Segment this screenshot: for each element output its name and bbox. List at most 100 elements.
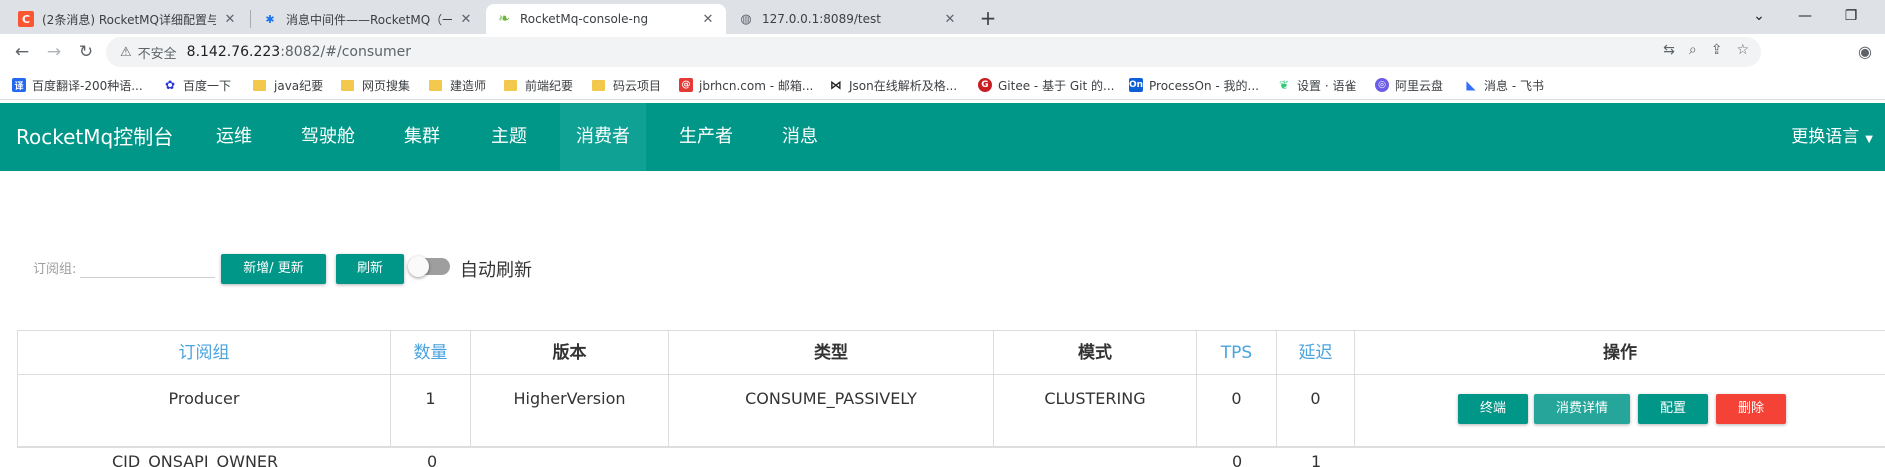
- table-header: 订阅组 数量 版本 类型 模式 TPS 延迟 操作: [17, 331, 1885, 375]
- browser-tab-2[interactable]: ✱ 消息中间件——RocketMQ（一） ✕: [252, 4, 484, 34]
- bookmark-item[interactable]: ⋈ Json在线解析及格...: [829, 76, 957, 94]
- tab-separator: [250, 10, 251, 28]
- security-label[interactable]: 不安全: [138, 43, 177, 62]
- bookmark-item[interactable]: ◣ 消息 - 飞书: [1464, 76, 1544, 94]
- aliyun-drive-icon: ◎: [1375, 78, 1389, 92]
- bookmark-folder[interactable]: 网页搜集: [341, 76, 410, 94]
- nav-consumer[interactable]: 消费者: [560, 103, 646, 171]
- bookmark-label: 百度一下: [183, 78, 232, 93]
- leaf-icon: ❧: [498, 11, 510, 27]
- add-update-button[interactable]: 新增/ 更新: [221, 254, 326, 284]
- subscription-group-label: 订阅组:: [33, 262, 77, 277]
- auto-refresh-toggle[interactable]: [408, 256, 450, 277]
- csdn-icon: C: [18, 11, 34, 27]
- nav-dashboard[interactable]: 驾驶舱: [292, 103, 364, 171]
- header-count[interactable]: 数量: [391, 331, 471, 374]
- reload-button[interactable]: ↻: [72, 38, 100, 66]
- close-icon[interactable]: ✕: [942, 12, 958, 27]
- config-button[interactable]: 配置: [1638, 394, 1708, 424]
- bookmark-item[interactable]: ❦ 设置 · 语雀: [1277, 76, 1356, 94]
- consumer-table: 订阅组 数量 版本 类型 模式 TPS 延迟 操作 Producer 1 Hig…: [17, 330, 1885, 447]
- brand-title[interactable]: RocketMq控制台: [16, 103, 173, 171]
- bookmark-label: 前端纪要: [525, 78, 574, 93]
- tab-title: (2条消息) RocketMQ详细配置与: [42, 12, 216, 27]
- nav-producer[interactable]: 生产者: [667, 103, 745, 171]
- consume-detail-button[interactable]: 消费详情: [1534, 394, 1630, 424]
- tab-title: 消息中间件——RocketMQ（一）: [286, 12, 452, 27]
- close-icon[interactable]: ✕: [700, 12, 716, 27]
- bookmark-label: 网页搜集: [362, 78, 411, 93]
- zhihu-icon: ✱: [265, 12, 275, 26]
- back-button[interactable]: ←: [8, 38, 36, 66]
- minimize-button[interactable]: —: [1782, 2, 1828, 30]
- close-icon[interactable]: ✕: [222, 12, 238, 27]
- caret-down-icon: ▼: [1865, 134, 1873, 145]
- new-tab-button[interactable]: +: [975, 6, 1001, 32]
- translate-icon[interactable]: ⇆: [1663, 42, 1675, 58]
- header-delay[interactable]: 延迟: [1277, 331, 1355, 374]
- bookmark-label: Json在线解析及格...: [849, 78, 958, 93]
- bookmark-item[interactable]: @ jbrhcn.com - 邮箱...: [679, 76, 813, 94]
- bookmark-item[interactable]: 译百度翻译-200种语...: [12, 76, 143, 94]
- bookmark-label: jbrhcn.com - 邮箱...: [699, 78, 814, 93]
- toggle-knob: [408, 256, 429, 277]
- tab-title: RocketMq-console-ng: [520, 12, 649, 26]
- browser-tab-3[interactable]: ❧ RocketMq-console-ng ✕: [486, 4, 726, 34]
- header-actions: 操作: [1603, 343, 1637, 363]
- bookmark-label: ProcessOn - 我的...: [1149, 78, 1259, 93]
- json-icon: ⋈: [830, 78, 842, 92]
- warning-icon: ⚠: [120, 44, 132, 60]
- tab-search-button[interactable]: ⌄: [1736, 2, 1782, 30]
- cell-group: CID_ONSAPI_OWNER: [112, 452, 279, 467]
- share-icon[interactable]: ⇪: [1711, 42, 1723, 58]
- delete-button[interactable]: 删除: [1716, 394, 1786, 424]
- forward-button[interactable]: →: [40, 38, 68, 66]
- bookmark-star-icon[interactable]: ☆: [1736, 42, 1749, 58]
- profile-icon[interactable]: ◉: [1853, 40, 1877, 64]
- bookmark-label: 消息 - 飞书: [1484, 78, 1544, 93]
- header-mode: 模式: [994, 331, 1197, 374]
- header-type: 类型: [669, 331, 994, 374]
- bookmark-label: Gitee - 基于 Git 的...: [998, 78, 1115, 93]
- language-label: 更换语言: [1791, 127, 1860, 147]
- header-group[interactable]: 订阅组: [17, 331, 391, 374]
- bookmark-folder[interactable]: 前端纪要: [504, 76, 573, 94]
- bookmark-folder[interactable]: 建造师: [429, 76, 486, 94]
- zoom-icon[interactable]: ⌕: [1689, 42, 1697, 58]
- bookmark-folder[interactable]: java纪要: [253, 76, 323, 94]
- bookmark-item[interactable]: On ProcessOn - 我的...: [1129, 76, 1259, 94]
- close-icon[interactable]: ✕: [458, 12, 474, 27]
- bookmark-folder[interactable]: 码云项目: [592, 76, 661, 94]
- cell-delay: 1: [1311, 452, 1322, 467]
- bookmark-item[interactable]: ◎ 阿里云盘: [1375, 76, 1443, 94]
- bookmark-label: 百度翻译-200种语...: [32, 78, 143, 93]
- header-tps[interactable]: TPS: [1197, 331, 1277, 374]
- folder-icon: [341, 79, 354, 91]
- client-button[interactable]: 终端: [1458, 394, 1528, 424]
- mail-icon: @: [679, 78, 693, 92]
- restore-button[interactable]: ❐: [1828, 2, 1874, 30]
- bookmark-item[interactable]: ✿ 百度一下: [163, 76, 231, 94]
- refresh-button[interactable]: 刷新: [336, 254, 404, 284]
- feishu-icon: ◣: [1466, 78, 1476, 92]
- cell-count: 1: [391, 375, 471, 446]
- bookmark-label: 设置 · 语雀: [1297, 78, 1357, 93]
- subscription-group-input[interactable]: [80, 254, 215, 278]
- omnibox-actions: ⇆ ⌕ ⇪ ☆: [1663, 42, 1749, 58]
- table-row-partial: CID_ONSAPI_OWNER 0 0 1: [17, 447, 1885, 467]
- nav-cluster[interactable]: 集群: [388, 103, 456, 171]
- browser-tab-1[interactable]: C (2条消息) RocketMQ详细配置与 ✕: [8, 4, 248, 34]
- address-bar[interactable]: ⚠ 不安全 8.142.76.223:8082/#/consumer ⇆ ⌕ ⇪…: [106, 37, 1761, 67]
- browser-tabstrip: C (2条消息) RocketMQ详细配置与 ✕ ✱ 消息中间件——Rocket…: [0, 0, 1885, 34]
- nav-ops[interactable]: 运维: [200, 103, 268, 171]
- nav-topic[interactable]: 主题: [475, 103, 543, 171]
- folder-icon: [592, 79, 605, 91]
- processon-icon: On: [1128, 78, 1144, 92]
- nav-message[interactable]: 消息: [766, 103, 834, 171]
- language-dropdown[interactable]: 更换语言 ▼: [1791, 103, 1873, 171]
- yuque-icon: ❦: [1278, 78, 1290, 92]
- bookmark-item[interactable]: G Gitee - 基于 Git 的...: [978, 76, 1114, 94]
- browser-tab-4[interactable]: ◍ 127.0.0.1:8089/test ✕: [728, 4, 968, 34]
- folder-icon: [253, 79, 266, 91]
- bookmark-label: 阿里云盘: [1395, 78, 1444, 93]
